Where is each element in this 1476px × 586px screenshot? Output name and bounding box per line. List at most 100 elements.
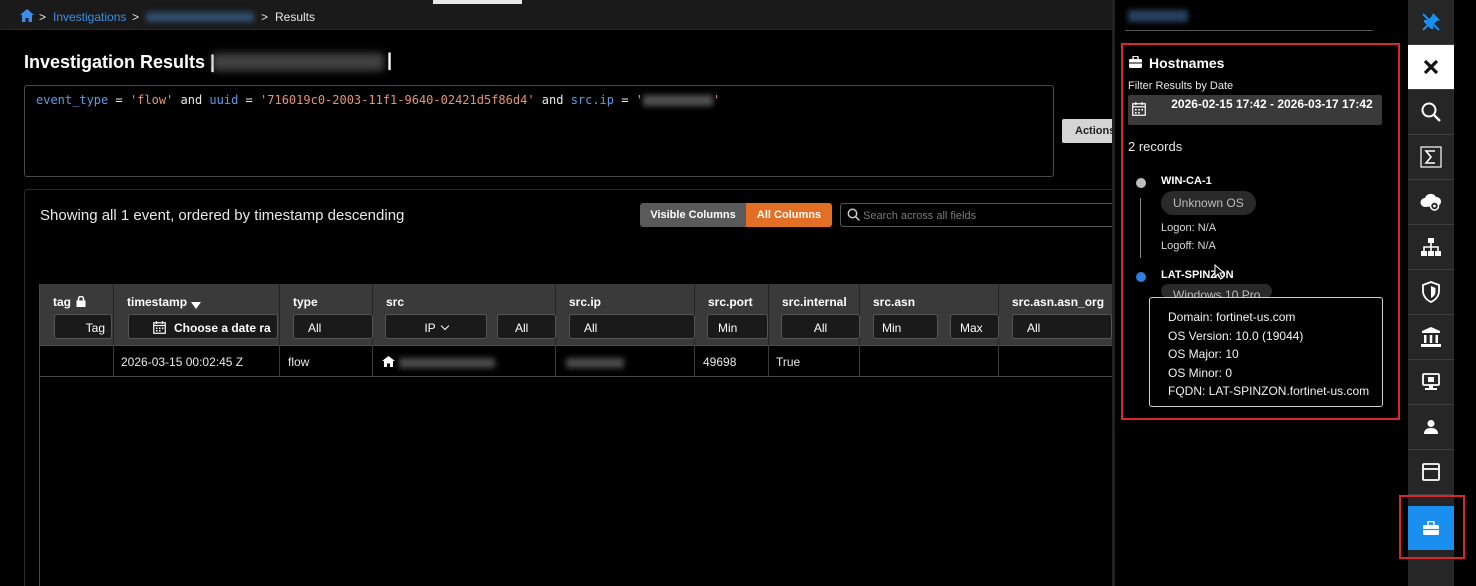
search-all-fields[interactable]	[840, 203, 1112, 227]
page-title: Investigation Results |	[24, 52, 216, 72]
search-icon	[847, 208, 861, 222]
column-timestamp[interactable]: timestamp Choose a date ra	[114, 284, 280, 345]
src-asn-min-filter[interactable]: Min	[873, 314, 938, 339]
host-logon: Logon: N/A	[1161, 222, 1217, 234]
column-src-internal-label: src.internal	[782, 295, 847, 309]
chevron-down-icon	[440, 321, 449, 331]
host-name[interactable]: WIN-CA-1	[1161, 175, 1212, 187]
query-operator: =	[614, 93, 636, 107]
user-icon	[1424, 420, 1438, 434]
redacted-title	[212, 53, 384, 71]
results-panel	[24, 189, 1112, 586]
shield-icon	[1422, 281, 1440, 303]
src-asn-org-filter[interactable]: All	[1012, 314, 1112, 339]
column-tag-label: tag	[53, 295, 71, 309]
type-filter[interactable]: All	[293, 314, 373, 339]
sort-desc-icon[interactable]	[191, 302, 202, 309]
column-src-asn-label: src.asn	[873, 295, 916, 309]
tag-filter[interactable]: Tag	[54, 314, 112, 339]
network-icon	[1421, 238, 1441, 256]
cell-src-internal[interactable]: True	[769, 346, 860, 377]
tooltip-fqdn: FQDN: LAT-SPINZON.fortinet-us.com	[1168, 384, 1370, 398]
column-type[interactable]: type All	[280, 284, 373, 345]
redacted-src	[399, 357, 495, 368]
cell-src[interactable]	[373, 346, 556, 377]
cloud-settings-button[interactable]	[1408, 180, 1454, 225]
results-summary: Showing all 1 event, ordered by timestam…	[40, 207, 405, 224]
pin-off-icon	[1422, 13, 1440, 31]
cell-src-asn[interactable]	[860, 346, 999, 377]
breadcrumb-separator: >	[261, 10, 269, 24]
query-operator: =	[238, 93, 261, 107]
timestamp-date-filter[interactable]: Choose a date ra	[128, 314, 278, 339]
src-mode-select[interactable]: IP	[385, 314, 487, 339]
column-src-internal[interactable]: src.internal All	[769, 284, 860, 345]
table-row[interactable]: 2026-03-15 00:02:45 Z flow 49698 True	[40, 345, 1112, 377]
network-button[interactable]	[1408, 225, 1454, 270]
column-src-label: src	[386, 295, 405, 309]
query-value: '	[712, 93, 721, 107]
src-ip-filter[interactable]: All	[569, 314, 695, 339]
breadcrumb-separator: >	[132, 10, 140, 24]
user-button[interactable]	[1408, 405, 1454, 450]
os-badge: Unknown OS	[1161, 191, 1256, 215]
column-tag: tag Tag	[40, 284, 114, 345]
breadcrumb-separator: >	[39, 10, 47, 24]
src-port-min-filter[interactable]: Min	[707, 314, 768, 339]
query-operator: =	[108, 93, 130, 107]
redacted-src-ip	[566, 357, 624, 368]
column-src-ip[interactable]: src.ip All	[556, 284, 695, 345]
home-icon[interactable]	[20, 9, 34, 22]
lock-icon	[76, 296, 86, 307]
cell-timestamp[interactable]: 2026-03-15 00:02:45 Z	[114, 346, 280, 377]
cell-type[interactable]: flow	[280, 346, 373, 377]
column-src[interactable]: src IP All	[373, 284, 556, 345]
table-header: tag Tag timestamp Choose a date ra type …	[40, 284, 1112, 345]
column-src-port[interactable]: src.port Min	[695, 284, 769, 345]
cell-tag[interactable]	[40, 346, 114, 377]
active-tab-indicator	[433, 0, 522, 4]
tooltip-os-version: OS Version: 10.0 (19044)	[1168, 328, 1304, 343]
column-src-asn[interactable]: src.asn Min Max	[860, 284, 999, 345]
calendar-icon	[1132, 102, 1146, 116]
timeline-line	[1140, 198, 1141, 258]
query-field: src.ip	[570, 93, 615, 107]
breadcrumb-investigations-link[interactable]: Investigations	[53, 10, 126, 24]
cell-src-ip[interactable]	[556, 346, 695, 377]
sigma-icon	[1420, 146, 1442, 168]
date-range-picker[interactable]: 2026-02-15 17:42 - 2026-03-17 17:42	[1128, 95, 1382, 125]
host-logoff: Logoff: N/A	[1161, 240, 1216, 252]
src-filter[interactable]: All	[497, 314, 556, 339]
organization-button[interactable]	[1408, 315, 1454, 360]
calendar-icon	[153, 321, 166, 334]
window-button[interactable]	[1408, 450, 1454, 495]
search-input[interactable]	[863, 207, 1103, 224]
src-asn-max-filter[interactable]: Max	[950, 314, 999, 339]
search-button[interactable]	[1408, 90, 1454, 135]
building-icon	[1421, 327, 1441, 347]
host-status-dot	[1136, 272, 1146, 282]
visible-columns-button[interactable]: Visible Columns	[640, 203, 746, 227]
actions-button[interactable]: Actions	[1062, 119, 1112, 143]
redacted-ip	[642, 95, 713, 106]
breadcrumb: > Investigations > > Results	[0, 0, 1112, 30]
redacted-side-header	[1128, 10, 1188, 22]
query-editor[interactable]: event_type = 'flow' and uuid = '716019c0…	[24, 85, 1054, 177]
cloud-gear-icon	[1420, 193, 1442, 211]
os-badge[interactable]: Windows 10 Pro	[1161, 284, 1273, 298]
cell-src-asn-org[interactable]	[999, 346, 1112, 377]
src-internal-filter[interactable]: All	[781, 314, 860, 339]
redacted-investigation-name[interactable]	[146, 12, 254, 22]
aggregate-button[interactable]	[1408, 135, 1454, 180]
endpoint-button[interactable]	[1408, 360, 1454, 405]
query-field: uuid	[209, 93, 239, 107]
pin-off-button[interactable]	[1408, 0, 1454, 45]
column-timestamp-label: timestamp	[127, 295, 188, 309]
all-columns-button[interactable]: All Columns	[746, 203, 832, 227]
cell-src-port[interactable]: 49698	[695, 346, 769, 377]
host-details-tooltip: Domain: fortinet-us.com OS Version: 10.0…	[1149, 297, 1383, 407]
security-button[interactable]	[1408, 270, 1454, 315]
column-src-port-label: src.port	[708, 295, 753, 309]
column-src-asn-org[interactable]: src.asn.asn_org All	[999, 284, 1112, 345]
close-panel-button[interactable]	[1408, 45, 1454, 90]
